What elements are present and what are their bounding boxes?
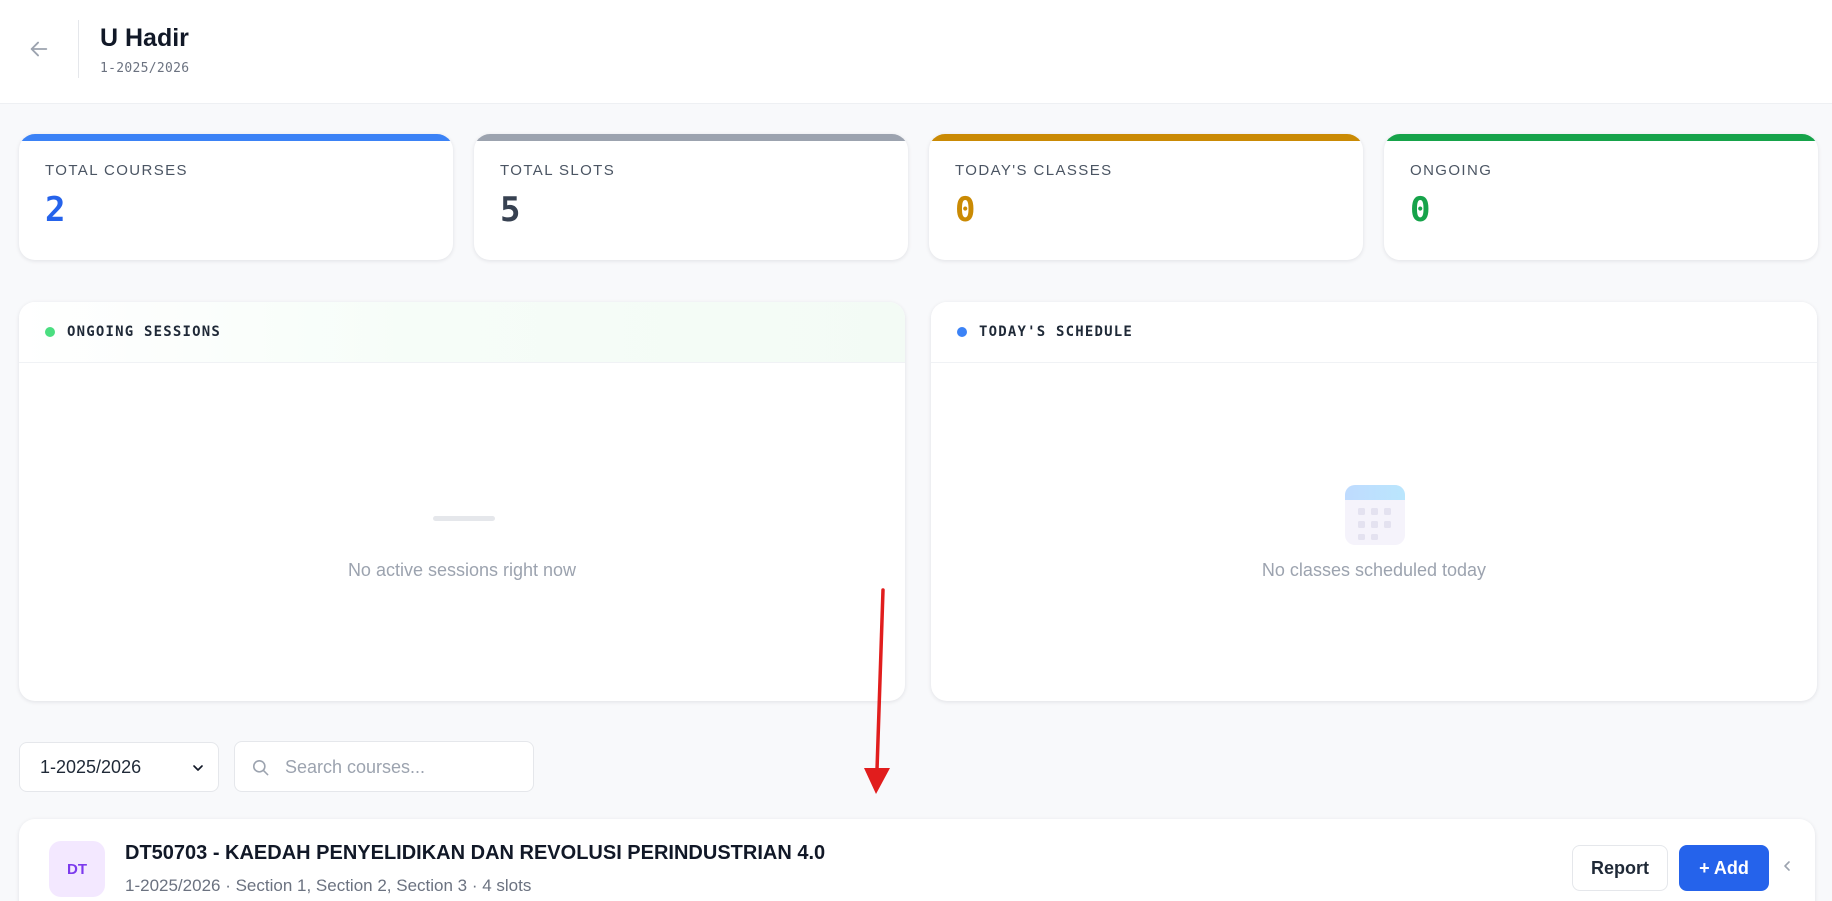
search-box[interactable] xyxy=(234,741,534,792)
page-title: U Hadir xyxy=(100,24,189,52)
semester-select-value: 1-2025/2026 xyxy=(40,756,142,777)
stat-value: 0 xyxy=(955,190,976,230)
course-title: DT50703 - KAEDAH PENYELIDIKAN DAN REVOLU… xyxy=(125,842,826,864)
stat-accent-bar xyxy=(929,134,1363,141)
app-header: U Hadir 1-2025/2026 xyxy=(0,0,1832,104)
stat-card-todays-classes: TODAY'S CLASSES 0 xyxy=(929,134,1363,260)
stat-accent-bar xyxy=(19,134,453,141)
chevron-down-icon xyxy=(193,765,203,771)
course-avatar: DT xyxy=(49,841,105,897)
add-button[interactable]: + Add xyxy=(1679,845,1769,891)
search-input[interactable] xyxy=(285,752,521,782)
status-dot xyxy=(45,327,55,337)
report-button[interactable]: Report xyxy=(1572,845,1668,891)
ongoing-sessions-panel: ONGOING SESSIONS No active sessions righ… xyxy=(19,302,905,701)
calendar-icon xyxy=(1345,485,1405,545)
annotation-arrow-icon xyxy=(864,588,890,794)
course-card[interactable]: DT DT50703 - KAEDAH PENYELIDIKAN DAN REV… xyxy=(19,819,1815,901)
back-button[interactable] xyxy=(22,34,56,64)
stat-card-ongoing: ONGOING 0 xyxy=(1384,134,1818,260)
stat-label: TOTAL COURSES xyxy=(45,162,188,179)
chevron-left-icon[interactable] xyxy=(1781,859,1793,873)
page-subtitle: 1-2025/2026 xyxy=(100,61,190,76)
status-dot xyxy=(957,327,967,337)
stat-value: 0 xyxy=(1410,190,1431,230)
stat-card-total-courses: TOTAL COURSES 2 xyxy=(19,134,453,260)
stat-value: 5 xyxy=(500,190,521,230)
stat-value: 2 xyxy=(45,190,66,230)
semester-select[interactable]: 1-2025/2026 xyxy=(19,742,219,792)
stat-label: ONGOING xyxy=(1410,162,1493,179)
empty-state-text: No classes scheduled today xyxy=(1261,560,1487,580)
stat-accent-bar xyxy=(1384,134,1818,141)
empty-state-line xyxy=(433,516,495,521)
search-icon xyxy=(252,759,269,776)
todays-schedule-panel: TODAY'S SCHEDULE No classes scheduled to… xyxy=(931,302,1817,701)
panel-title: TODAY'S SCHEDULE xyxy=(979,324,1134,340)
course-meta: 1-2025/2026 · Section 1, Section 2, Sect… xyxy=(125,876,532,895)
arrow-left-icon xyxy=(30,41,48,57)
header-divider xyxy=(78,20,79,78)
stat-accent-bar xyxy=(474,134,908,141)
empty-state-text: No active sessions right now xyxy=(347,560,577,580)
panel-header: ONGOING SESSIONS xyxy=(19,302,905,363)
panel-title: ONGOING SESSIONS xyxy=(67,324,222,340)
stat-card-total-slots: TOTAL SLOTS 5 xyxy=(474,134,908,260)
stat-label: TOTAL SLOTS xyxy=(500,162,616,179)
stat-label: TODAY'S CLASSES xyxy=(955,162,1113,179)
panel-header: TODAY'S SCHEDULE xyxy=(931,302,1817,363)
